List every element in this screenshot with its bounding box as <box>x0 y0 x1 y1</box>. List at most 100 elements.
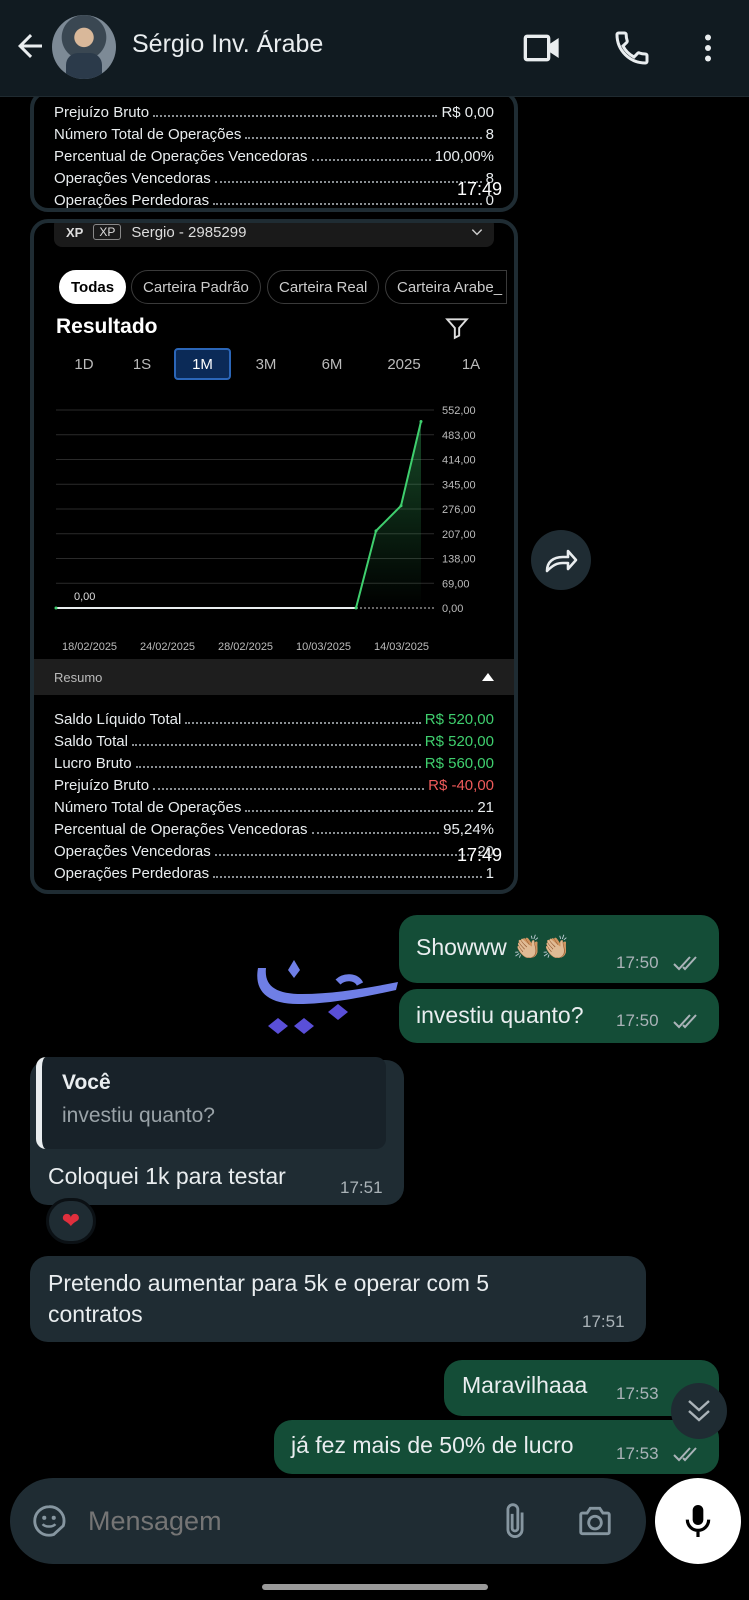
camera-icon[interactable] <box>576 1502 614 1540</box>
section-title: Resultado <box>56 315 158 338</box>
y-tick-label: 483,00 <box>442 430 476 442</box>
stat-row: Prejuízo Bruto R$ 0,00 <box>54 104 494 121</box>
message-bubble-in[interactable]: Pretendo aumentar para 5k e operar com 5… <box>30 1256 646 1342</box>
y-tick-label: 345,00 <box>442 479 476 491</box>
y-tick-label: 414,00 <box>442 455 476 467</box>
chevron-down-icon <box>471 229 483 236</box>
period-6m: 6M <box>321 355 343 373</box>
message-time: 17:51 <box>582 1312 625 1331</box>
image-message-1[interactable]: Lucro BrutoR$ 220,00 Prejuízo BrutoR$ 0,… <box>30 90 518 212</box>
stat-row: Operações Vencedoras 20 <box>54 843 494 860</box>
video-call-icon[interactable] <box>522 28 562 68</box>
message-bubble-out[interactable]: investiu quanto? 17:50 <box>399 989 719 1043</box>
xp-badge: XP <box>93 224 122 240</box>
contact-name[interactable]: Sérgio Inv. Árabe <box>132 30 323 59</box>
message-time: 17:49 <box>456 179 502 199</box>
mic-button[interactable] <box>655 1478 741 1564</box>
message-text: já fez mais de 50% de lucro <box>291 1432 574 1458</box>
chip-carteira-real: Carteira Real <box>267 270 380 304</box>
y-tick-label: 138,00 <box>442 554 476 566</box>
stat-row: Percentual de Operações Vencedoras 95,24% <box>54 821 494 838</box>
message-input-bar <box>10 1478 646 1564</box>
double-chevron-down-icon <box>688 1400 710 1422</box>
chart-point <box>374 529 378 533</box>
stat-row: Saldo Total R$ 520,00 <box>54 733 494 750</box>
message-text: Maravilhaaa <box>462 1372 588 1398</box>
chart-area-fill <box>356 421 421 608</box>
x-tick-label: 10/03/2025 <box>296 641 351 653</box>
x-tick-label: 28/02/2025 <box>218 641 273 653</box>
message-text: Showww 👏🏼👏🏼 <box>416 934 571 960</box>
message-time: 17:51 <box>340 1178 383 1197</box>
y-tick-label: 0,00 <box>442 603 463 615</box>
stat-row: Operações Perdedoras 1 <box>54 865 494 882</box>
message-input[interactable] <box>88 1500 468 1542</box>
period-3m: 3M <box>255 355 277 373</box>
sticker-icon[interactable] <box>30 1502 68 1540</box>
x-tick-label: 24/02/2025 <box>140 641 195 653</box>
arabic-calligraphy-sticker <box>257 960 398 1034</box>
message-time: 17:50 <box>616 953 659 972</box>
image-message-2[interactable]: XP XP Sergio - 2985299 Todas Carteira Pa… <box>30 219 518 894</box>
filter-icon <box>445 318 469 340</box>
chart-point <box>419 419 423 423</box>
chart-start-label: 0,00 <box>74 591 95 603</box>
caret-up-icon <box>482 673 494 681</box>
stat-row: Operações Perdedoras 0 <box>54 192 494 209</box>
message-bubble-out[interactable]: já fez mais de 50% de lucro 17:53 <box>274 1420 719 1474</box>
contact-avatar[interactable] <box>52 15 116 79</box>
result-chart: 552,00 483,00 414,00 345,00 276,00 207,00 138,… <box>54 405 476 653</box>
stat-row: Número Total de Operações 21 <box>54 799 494 816</box>
chart-point <box>54 606 58 610</box>
period-1m: 1M <box>174 348 231 380</box>
y-tick-label: 207,00 <box>442 529 476 541</box>
stat-row: Operações Vencedoras 8 <box>54 170 494 187</box>
attach-icon[interactable] <box>498 1501 532 1541</box>
y-tick-label: 69,00 <box>442 578 470 590</box>
resumo-label: Resumo <box>54 669 103 685</box>
stat-row: Prejuízo Bruto R$ -40,00 <box>54 777 494 794</box>
stat-row: Lucro Bruto R$ 560,00 <box>54 755 494 772</box>
xp-logo: XP <box>66 224 84 240</box>
read-ticks-icon <box>673 956 697 971</box>
chart-point <box>354 606 358 610</box>
stat-row: Saldo Líquido Total R$ 520,00 <box>54 711 494 728</box>
quote-text: investiu quanto? <box>62 1104 215 1127</box>
read-ticks-icon <box>673 1447 697 1462</box>
y-tick-label: 276,00 <box>442 504 476 516</box>
period-2025: 2025 <box>387 355 421 373</box>
forward-button[interactable] <box>531 530 591 590</box>
resumo-bar: Resumo <box>34 659 514 695</box>
heart-reaction-icon[interactable]: ❤ <box>46 1198 96 1244</box>
home-indicator <box>262 1584 488 1590</box>
x-tick-label: 14/03/2025 <box>374 641 429 653</box>
x-tick-label: 18/02/2025 <box>62 641 117 653</box>
scroll-to-bottom-button[interactable] <box>671 1383 727 1439</box>
phone-icon[interactable] <box>612 28 652 68</box>
chat-header: Sérgio Inv. Árabe <box>0 0 749 97</box>
account-selector: XP XP Sergio - 2985299 <box>54 223 494 247</box>
message-time: 17:50 <box>616 1011 659 1030</box>
period-1a: 1A <box>461 355 481 373</box>
message-time: 17:49 <box>456 845 502 865</box>
chip-todas: Todas <box>59 270 127 304</box>
period-1s: 1S <box>132 355 152 373</box>
stat-row: Percentual de Operações Vencedoras 100,00… <box>54 148 494 165</box>
y-tick-label: 552,00 <box>442 405 476 417</box>
forward-icon <box>545 549 578 573</box>
message-time: 17:53 <box>616 1444 659 1463</box>
period-1d: 1D <box>74 355 94 373</box>
message-text: Coloquei 1k para testar <box>48 1163 286 1189</box>
chart-point <box>399 504 403 508</box>
message-text: investiu quanto? <box>416 1002 584 1028</box>
message-time: 17:53 <box>616 1384 659 1403</box>
quoted-message[interactable]: Você investiu quanto? <box>36 1057 386 1149</box>
chip-carteira-arabe: Carteira Arabe_ <box>385 270 507 304</box>
message-bubble-out[interactable]: Showww 👏🏼👏🏼 17:50 <box>399 915 719 983</box>
back-arrow-icon[interactable] <box>12 28 48 64</box>
mic-icon <box>685 1505 711 1537</box>
account-name: Sergio - 2985299 <box>131 223 247 241</box>
more-options-icon[interactable] <box>690 28 726 68</box>
read-ticks-icon <box>673 1014 697 1029</box>
chip-carteira-padrao: Carteira Padrão <box>131 270 261 304</box>
